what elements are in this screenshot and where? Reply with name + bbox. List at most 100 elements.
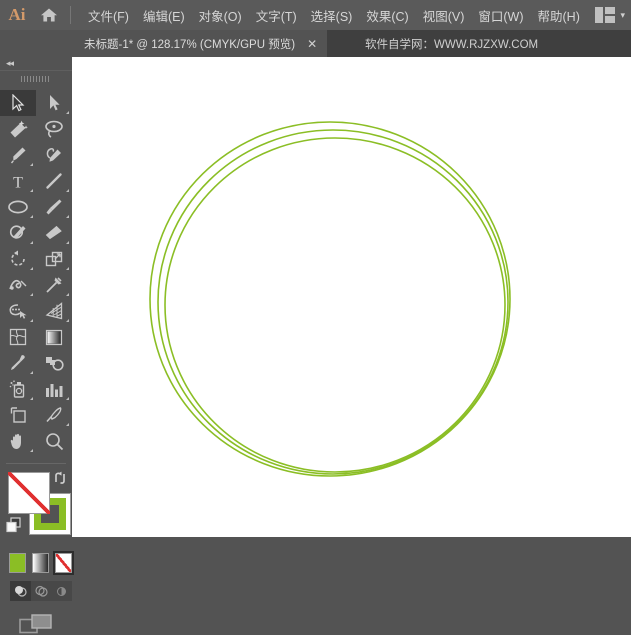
tabbar-left-pad <box>0 30 72 57</box>
shaper-tool[interactable] <box>0 220 36 246</box>
tools-panel: ◂◂ T <box>0 57 74 634</box>
menu-item-window[interactable]: 窗口(W) <box>471 2 530 29</box>
selection-tool[interactable] <box>0 90 36 116</box>
home-icon[interactable] <box>34 0 64 30</box>
tool-flyout-indicator <box>66 267 69 270</box>
menu-item-view[interactable]: 视图(V) <box>416 2 472 29</box>
gradient-tool[interactable] <box>36 324 72 350</box>
tool-row <box>0 350 72 376</box>
type-tool[interactable]: T <box>0 168 36 194</box>
shape-builder-tool[interactable] <box>0 298 36 324</box>
slice-tool[interactable] <box>36 402 72 428</box>
tool-row <box>0 402 72 428</box>
collapse-panel-button[interactable]: ◂◂ <box>0 57 72 70</box>
fill-swatch[interactable] <box>8 472 50 514</box>
illustrator-window: Ai 文件(F) 编辑(E) 对象(O) 文字(T) 选择(S) 效果(C) 视… <box>0 0 631 634</box>
tool-flyout-indicator <box>66 241 69 244</box>
column-graph-tool[interactable] <box>36 376 72 402</box>
draw-behind-mode[interactable] <box>31 581 52 601</box>
document-tab-bar: 未标题-1* @ 128.17% (CMYK/GPU 预览) ✕ 软件自学网：W… <box>0 30 631 57</box>
scale-tool[interactable] <box>36 246 72 272</box>
tool-row <box>0 246 72 272</box>
tool-flyout-indicator <box>30 293 33 296</box>
tool-row <box>0 116 72 142</box>
eyedropper-tool[interactable] <box>0 350 36 376</box>
lasso-tool[interactable] <box>36 116 72 142</box>
panel-drag-grip[interactable] <box>0 70 72 87</box>
tool-flyout-indicator <box>30 163 33 166</box>
menu-divider <box>70 6 71 24</box>
tool-row <box>0 220 72 246</box>
tool-flyout-indicator <box>30 319 33 322</box>
tool-flyout-indicator <box>66 189 69 192</box>
workspace-grid-icon <box>595 7 616 23</box>
menu-item-type[interactable]: 文字(T) <box>249 2 304 29</box>
width-tool[interactable] <box>0 272 36 298</box>
screen-mode-button[interactable] <box>0 613 72 635</box>
menu-bar: Ai 文件(F) 编辑(E) 对象(O) 文字(T) 选择(S) 效果(C) 视… <box>0 0 631 30</box>
menu-item-object[interactable]: 对象(O) <box>192 2 249 29</box>
gradient-mode-swatch[interactable] <box>32 553 49 573</box>
line-segment-tool[interactable] <box>36 168 72 194</box>
perspective-grid-tool[interactable] <box>36 298 72 324</box>
magic-wand-tool[interactable] <box>0 116 36 142</box>
draw-mode-group <box>10 581 72 601</box>
tool-row <box>0 272 72 298</box>
close-icon[interactable]: ✕ <box>307 38 317 50</box>
default-fill-stroke-icon[interactable] <box>6 517 22 538</box>
tool-flyout-indicator <box>66 397 69 400</box>
none-slash-icon <box>56 554 71 572</box>
symbol-sprayer-tool[interactable] <box>0 376 36 402</box>
tool-flyout-indicator <box>30 241 33 244</box>
tool-row <box>0 298 72 324</box>
draw-inside-mode[interactable] <box>51 581 72 601</box>
none-mode-swatch[interactable] <box>53 551 74 575</box>
zoom-tool[interactable] <box>36 428 72 454</box>
tool-flyout-indicator <box>66 293 69 296</box>
tool-row <box>0 428 72 454</box>
hand-tool[interactable] <box>0 428 36 454</box>
watermark-text: 软件自学网：WWW.RJZXW.COM <box>365 38 539 51</box>
tool-row <box>0 194 72 220</box>
app-logo: Ai <box>8 5 26 24</box>
draw-normal-mode[interactable] <box>10 581 31 601</box>
menu-item-list: 文件(F) 编辑(E) 对象(O) 文字(T) 选择(S) 效果(C) 视图(V… <box>81 2 587 29</box>
eraser-tool[interactable] <box>36 220 72 246</box>
paintbrush-tool[interactable] <box>36 194 72 220</box>
pen-tool[interactable] <box>0 142 36 168</box>
paint-mode-swatches <box>0 550 74 575</box>
menu-item-help[interactable]: 帮助(H) <box>531 2 587 29</box>
tool-flyout-indicator <box>30 371 33 374</box>
fill-stroke-controls <box>0 470 72 548</box>
svg-text:T: T <box>13 174 23 190</box>
curvature-tool[interactable] <box>36 142 72 168</box>
workspace-switcher[interactable]: ▾ <box>595 0 625 30</box>
none-slash-icon <box>8 472 50 514</box>
blend-tool[interactable] <box>36 350 72 376</box>
color-mode-swatch[interactable] <box>9 553 26 573</box>
document-tab[interactable]: 未标题-1* @ 128.17% (CMYK/GPU 预览) ✕ <box>72 30 328 57</box>
rotate-tool[interactable] <box>0 246 36 272</box>
tool-flyout-indicator <box>30 189 33 192</box>
tool-flyout-indicator <box>30 215 33 218</box>
mesh-tool[interactable] <box>0 324 36 350</box>
tool-flyout-indicator <box>66 111 69 114</box>
artboard-tool[interactable] <box>0 402 36 428</box>
free-transform-tool[interactable] <box>36 272 72 298</box>
tool-row <box>0 90 72 116</box>
tool-grid: T <box>0 87 72 454</box>
tool-flyout-indicator <box>66 319 69 322</box>
circle-inner <box>164 137 506 473</box>
menu-item-effect[interactable]: 效果(C) <box>359 2 415 29</box>
menu-item-edit[interactable]: 编辑(E) <box>136 2 192 29</box>
tool-row <box>0 324 72 350</box>
menu-item-file[interactable]: 文件(F) <box>81 2 136 29</box>
artboard-canvas[interactable] <box>72 57 631 537</box>
direct-selection-tool[interactable] <box>36 90 72 116</box>
tool-flyout-indicator <box>30 449 33 452</box>
ellipse-tool[interactable] <box>0 194 36 220</box>
swap-fill-stroke-icon[interactable] <box>52 470 68 491</box>
tool-flyout-indicator <box>66 423 69 426</box>
menu-item-select[interactable]: 选择(S) <box>304 2 360 29</box>
tool-row: T <box>0 168 72 194</box>
